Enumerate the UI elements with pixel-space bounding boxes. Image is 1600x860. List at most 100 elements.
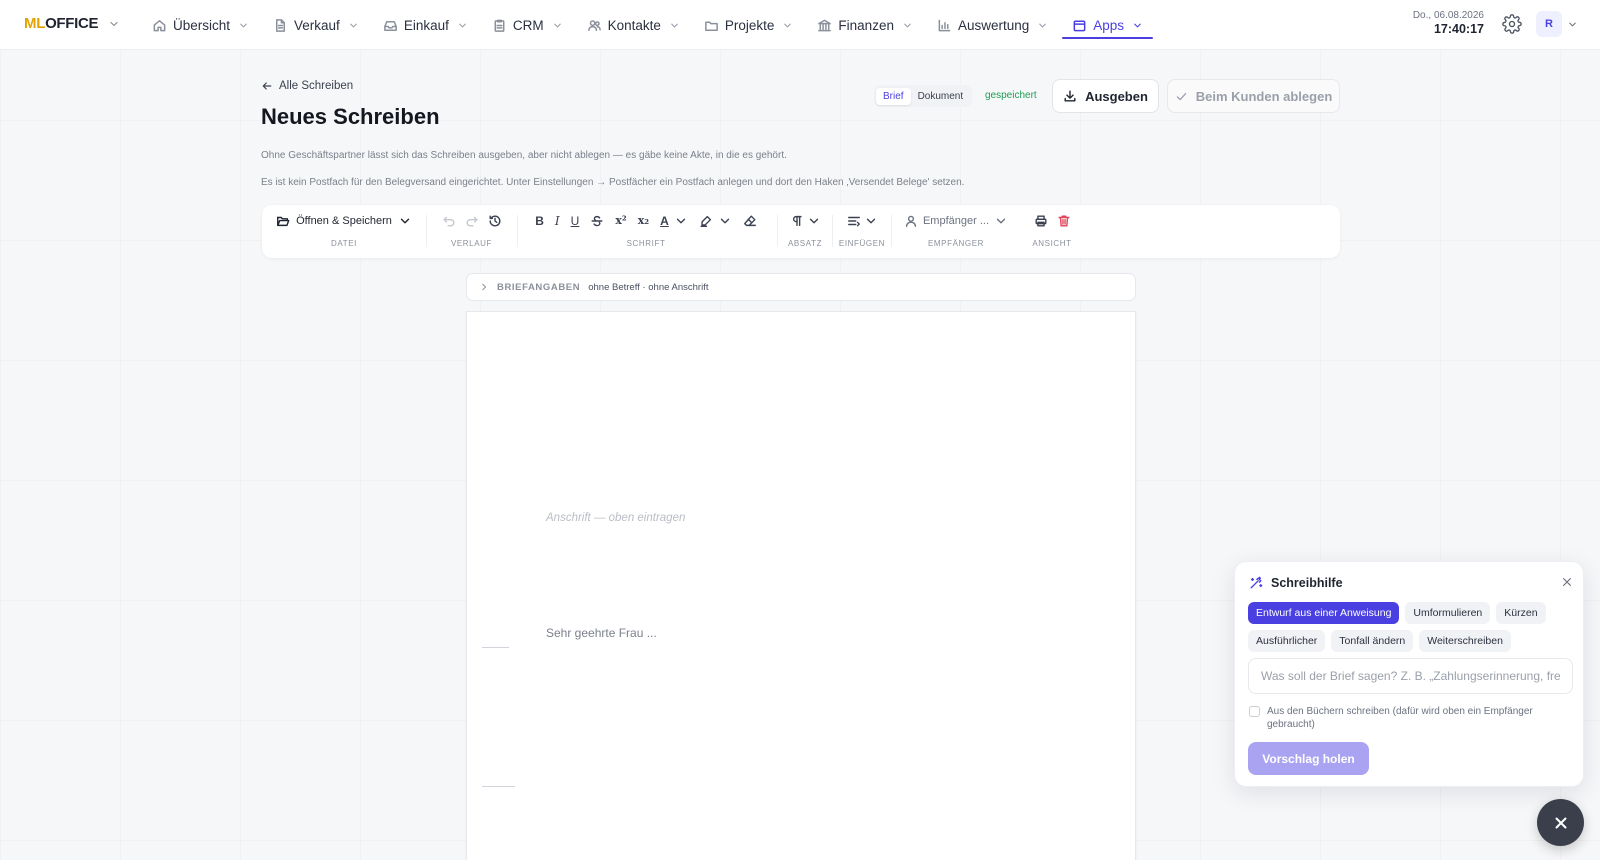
chevron-down-icon[interactable]	[674, 214, 688, 228]
chip-shorten[interactable]: Kürzen	[1496, 602, 1546, 624]
folder-open-icon	[277, 216, 290, 227]
chevron-down-icon	[1134, 23, 1141, 27]
editor-toolbar: Öffnen & Speichern DATEI VERLAUF B I U x…	[262, 205, 1340, 258]
user-icon	[905, 215, 917, 227]
back-link-label: Alle Schreiben	[279, 80, 354, 92]
underline-button[interactable]: U	[571, 214, 580, 228]
save-status: gespeichert	[985, 90, 1037, 101]
chevron-right-icon	[482, 283, 487, 291]
user-avatar[interactable]: R	[1536, 11, 1562, 37]
toolbar-group-empfaenger: Empfänger ... EMPFÄNGER	[892, 205, 1020, 258]
chevron-down-icon	[1039, 23, 1047, 27]
chip-elaborate[interactable]: Ausführlicher	[1248, 630, 1326, 652]
letter-details-collapsible[interactable]: BRIEFANGABEN ohne Betreff · ohne Anschri…	[466, 273, 1136, 301]
chevron-down-icon	[350, 23, 357, 27]
chevron-down-icon[interactable]	[1567, 19, 1578, 30]
nav-item-crm[interactable]: CRM	[480, 0, 575, 50]
strikethrough-icon[interactable]	[590, 214, 604, 228]
chip-continue-writing[interactable]: Weiterschreiben	[1419, 630, 1511, 652]
insert-text-icon[interactable]	[847, 214, 861, 228]
trash-icon[interactable]	[1057, 214, 1071, 228]
clock: Do., 06.08.2026 17:40:17	[1413, 10, 1484, 36]
toolbar-group-ansicht: ANSICHT	[1020, 205, 1084, 258]
assistant-prompt-input[interactable]	[1248, 658, 1573, 694]
redo-icon[interactable]	[465, 214, 479, 228]
superscript-button[interactable]: x²	[615, 214, 626, 228]
history-icon[interactable]	[488, 214, 502, 228]
bar-chart-icon	[938, 19, 951, 31]
calendar-icon	[1073, 20, 1086, 31]
nav-item-finanzen[interactable]: Finanzen	[805, 0, 925, 50]
chip-draft-from-instruction[interactable]: Entwurf aus einer Anweisung	[1248, 602, 1400, 624]
from-books-checkbox[interactable]: Aus den Büchern schreiben (dafür wird ob…	[1249, 705, 1569, 731]
inbox-icon	[383, 20, 397, 31]
address-placeholder[interactable]: Anschrift — oben eintragen	[546, 512, 685, 524]
caption-datei: DATEI	[331, 239, 357, 248]
nav-label: Projekte	[724, 17, 775, 33]
chip-change-tone[interactable]: Tonfall ändern	[1331, 630, 1414, 652]
nav-item-auswertung[interactable]: Auswertung	[925, 0, 1060, 50]
paragraph-icon[interactable]	[790, 214, 804, 228]
chevron-down-icon[interactable]	[807, 214, 821, 228]
clock-time: 17:40:17	[1433, 22, 1484, 36]
chevron-down-icon[interactable]	[864, 214, 878, 228]
close-button[interactable]	[1561, 576, 1573, 588]
eraser-icon[interactable]	[743, 214, 757, 228]
nav-item-einkauf[interactable]: Einkauf	[371, 0, 480, 50]
recipient-picker[interactable]: Empfänger ...	[904, 214, 1008, 228]
open-save-menu[interactable]: Öffnen & Speichern	[276, 214, 412, 228]
file-to-customer-button[interactable]: Beim Kunden ablegen	[1167, 79, 1340, 113]
bold-button[interactable]: B	[535, 214, 544, 228]
clipboard-icon	[494, 19, 505, 32]
toolbar-group-absatz: ABSATZ	[778, 205, 832, 258]
nav-item-apps[interactable]: Apps	[1060, 0, 1155, 50]
nav-label: Kontakte	[607, 17, 661, 33]
letter-details-summary: ohne Betreff · ohne Anschrift	[588, 281, 709, 293]
open-save-label: Öffnen & Speichern	[296, 215, 392, 227]
nav-item-verkauf[interactable]: Verkauf	[261, 0, 371, 50]
letter-page[interactable]: Anschrift — oben eintragen Sehr geehrte …	[466, 311, 1136, 860]
nav-item-uebersicht[interactable]: Übersicht	[140, 0, 261, 50]
caption-einfuegen: EINFÜGEN	[838, 239, 886, 248]
get-suggestion-button[interactable]: Vorschlag holen	[1248, 742, 1369, 775]
mode-dokument[interactable]: Dokument	[911, 88, 971, 105]
chevron-down-icon[interactable]	[718, 214, 732, 228]
nav-item-kontakte[interactable]: Kontakte	[575, 0, 692, 50]
nav-item-projekte[interactable]: Projekte	[692, 0, 806, 50]
caption-empfaenger: EMPFÄNGER	[927, 239, 985, 248]
chip-rephrase[interactable]: Umformulieren	[1405, 602, 1491, 624]
chevron-down-icon	[671, 23, 678, 27]
back-link[interactable]: Alle Schreiben	[261, 80, 353, 92]
caption-schrift: SCHRIFT	[626, 239, 666, 248]
mode-brief[interactable]: Brief	[876, 87, 911, 105]
hint-no-partner: Ohne Geschäftspartner lässt sich das Sch…	[261, 150, 787, 161]
letter-details-label: BRIEFANGABEN	[497, 281, 581, 293]
nav-label: Finanzen	[838, 17, 894, 33]
chevron-down-icon	[240, 23, 247, 27]
settings-button[interactable]	[1502, 14, 1522, 34]
italic-button[interactable]: I	[555, 214, 560, 228]
assistant-toggle-button[interactable]	[1537, 799, 1584, 846]
subscript-button[interactable]: x₂	[638, 214, 649, 228]
output-button[interactable]: Ausgeben	[1052, 79, 1159, 113]
output-button-label: Ausgeben	[1085, 88, 1148, 104]
clock-date: Do., 06.08.2026	[1412, 10, 1484, 21]
highlighter-icon[interactable]	[699, 214, 713, 228]
nav-label: Verkauf	[294, 17, 340, 33]
nav-label: Auswertung	[957, 17, 1030, 33]
undo-icon[interactable]	[442, 214, 456, 228]
font-color-button[interactable]: A	[660, 214, 669, 228]
chevron-down-icon	[553, 23, 561, 27]
writing-assistant-title: Schreibhilfe	[1271, 576, 1343, 590]
salutation-text[interactable]: Sehr geehrte Frau ...	[546, 626, 657, 640]
gear-icon	[1502, 14, 1522, 34]
chevron-down-icon	[996, 218, 1006, 224]
toolbar-group-verlauf: VERLAUF	[427, 205, 516, 258]
logo-office: OFFICE	[45, 15, 99, 32]
nav-label: Übersicht	[173, 17, 231, 33]
checkbox[interactable]	[1249, 706, 1260, 717]
app-logo[interactable]: ML OFFICE	[24, 15, 120, 32]
toolbar-group-datei: Öffnen & Speichern DATEI	[262, 205, 426, 258]
recipient-label: Empfänger ...	[922, 215, 990, 227]
printer-icon[interactable]	[1034, 214, 1048, 228]
